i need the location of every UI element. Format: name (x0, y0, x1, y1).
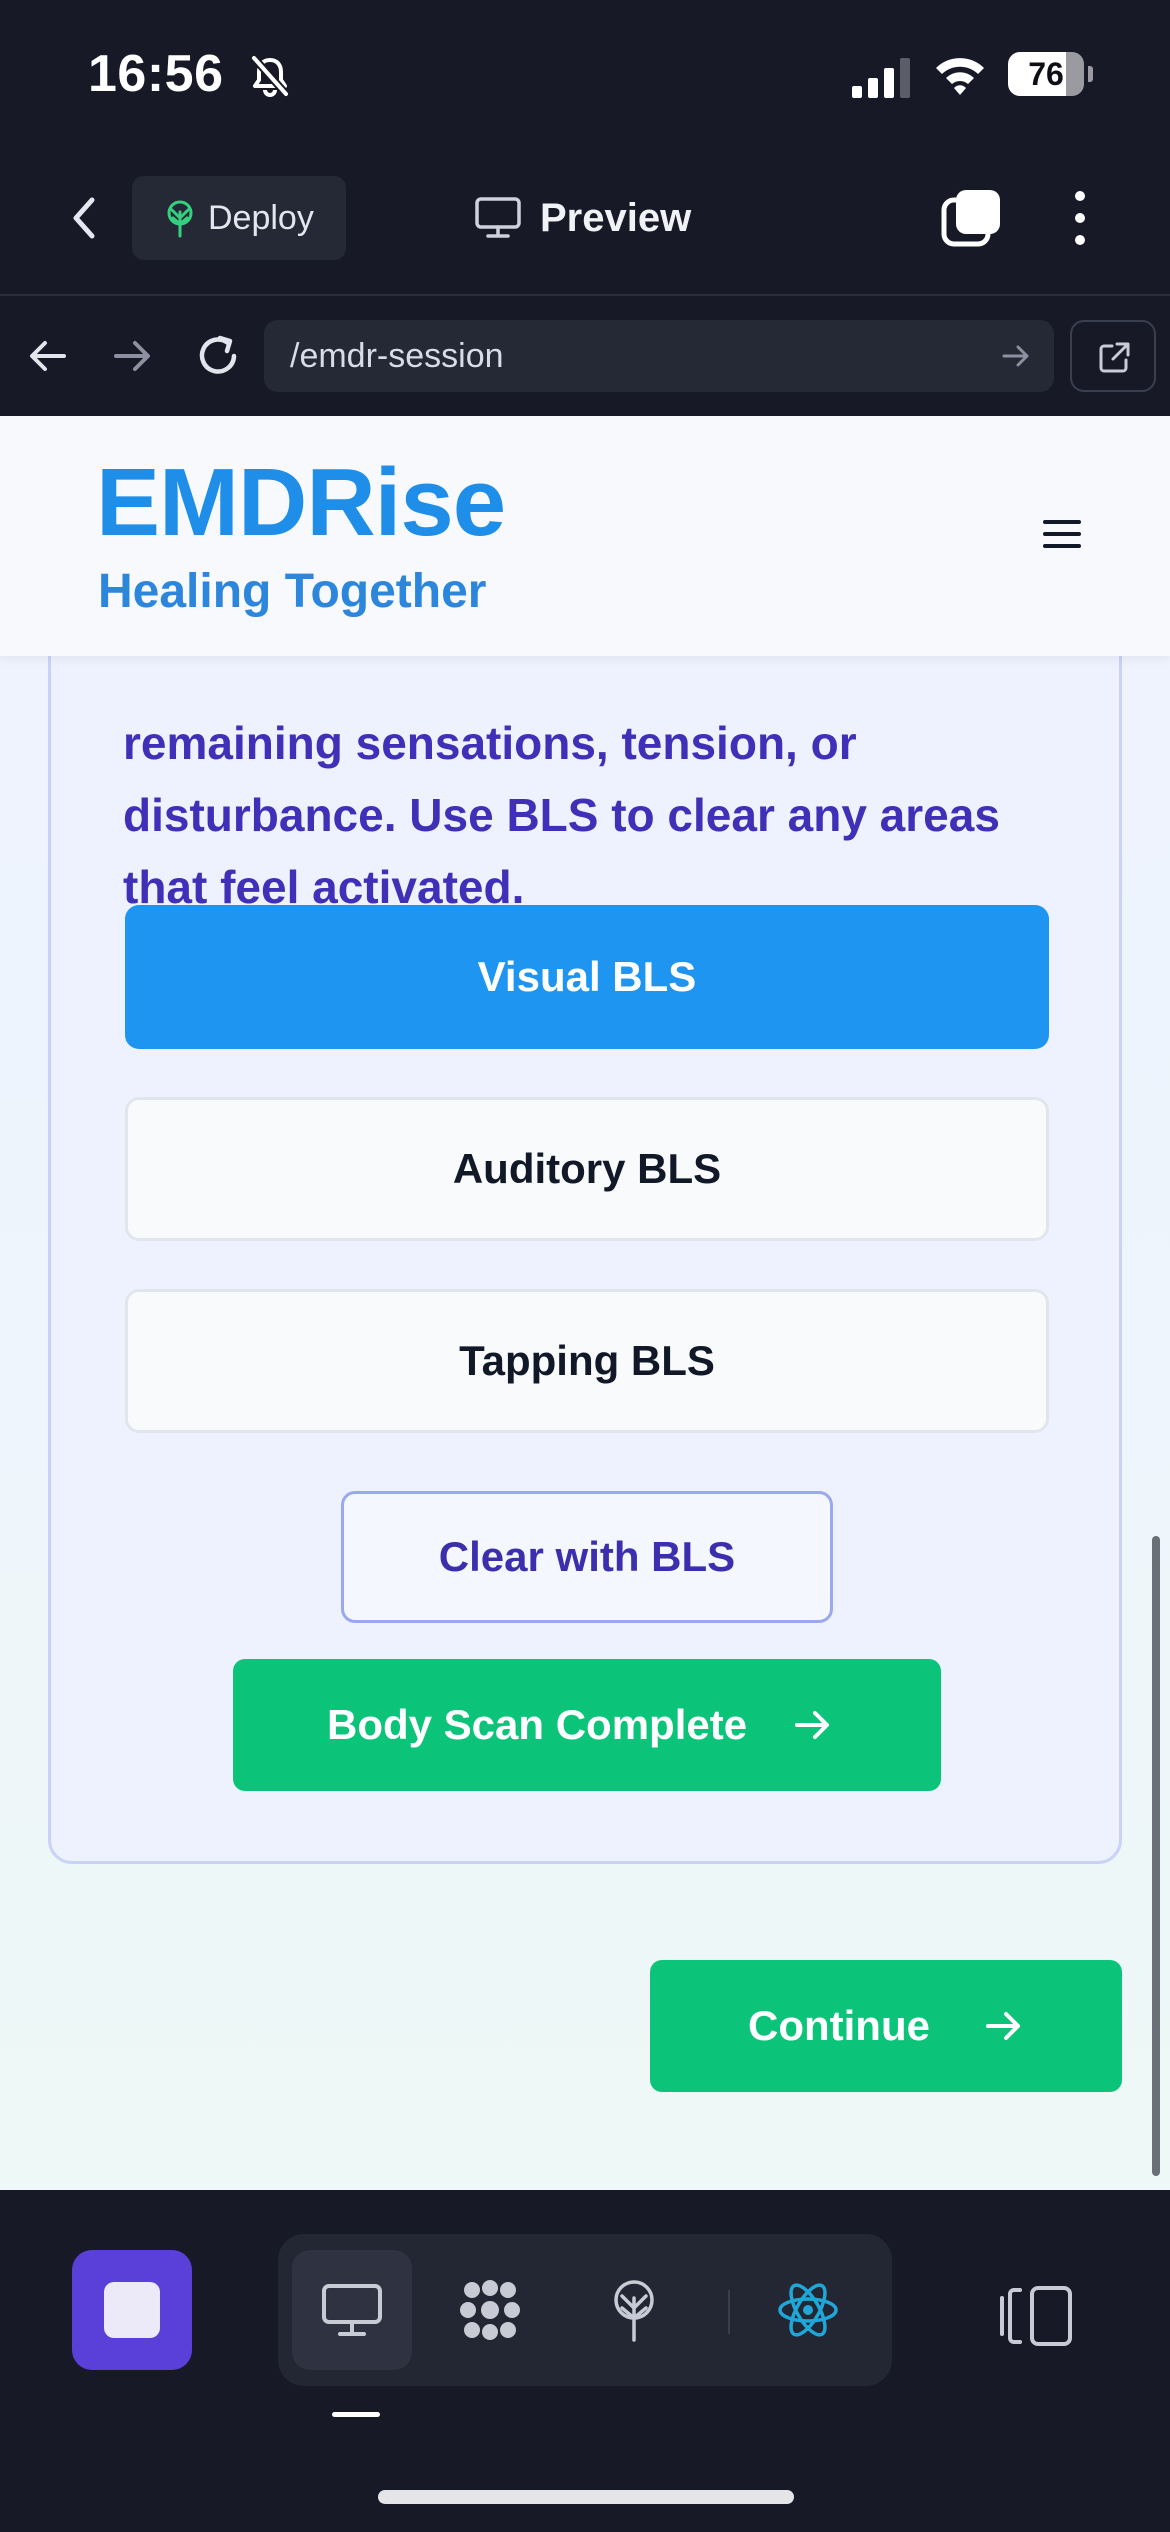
continue-label: Continue (748, 2002, 930, 2049)
browser-nav-bar: /emdr-session (0, 296, 1170, 416)
url-text: /emdr-session (290, 337, 504, 375)
body-scan-card: remaining sensations, tension, or distur… (48, 596, 1122, 1864)
hamburger-icon[interactable] (1042, 516, 1082, 552)
more-vertical-icon[interactable] (1060, 186, 1100, 250)
toolbar-divider (728, 2290, 730, 2334)
visual-bls-button[interactable]: Visual BLS (125, 905, 1049, 1049)
arrow-right-icon (986, 2012, 1020, 2040)
desktop-preview-button[interactable] (292, 2250, 412, 2370)
site-header: EMDRise Healing Together (0, 416, 1170, 656)
react-button[interactable] (748, 2250, 868, 2370)
deploy-button[interactable]: Deploy (132, 176, 346, 260)
go-arrow-icon[interactable] (1000, 340, 1032, 372)
battery-icon: 76 (1008, 52, 1093, 100)
body-scan-instructions: remaining sensations, tension, or distur… (123, 707, 1063, 923)
arrow-left-icon[interactable] (24, 332, 72, 380)
reload-icon[interactable] (190, 328, 246, 384)
active-tab-indicator (332, 2412, 380, 2417)
deploy-icon (167, 200, 193, 238)
bottom-toolbar (0, 2190, 1170, 2532)
components-button[interactable] (430, 2250, 550, 2370)
view-switcher (278, 2234, 892, 2386)
arrow-right-icon[interactable] (108, 332, 156, 380)
react-icon (778, 2283, 838, 2337)
cellular-signal-icon (852, 58, 910, 98)
device-layout-icon[interactable] (998, 2284, 1078, 2348)
home-indicator[interactable] (378, 2490, 794, 2504)
preview-label[interactable]: Preview (540, 188, 691, 248)
bell-slash-icon (251, 55, 289, 97)
webview: EMDRise Healing Together remaining sensa… (0, 416, 1170, 2190)
instructions-line: remaining sensations, tension, or (123, 717, 857, 769)
stop-button[interactable] (72, 2250, 192, 2370)
chevron-left-icon[interactable] (56, 188, 116, 248)
body-scan-complete-button[interactable]: Body Scan Complete (233, 1659, 941, 1791)
open-external-button[interactable] (1070, 320, 1156, 392)
stop-icon (104, 2282, 160, 2338)
body-scan-complete-label: Body Scan Complete (327, 1701, 748, 1748)
continue-button[interactable]: Continue (650, 1960, 1122, 2092)
tapping-bls-button[interactable]: Tapping BLS (125, 1289, 1049, 1433)
deploy-label: Deploy (208, 199, 314, 237)
tabs-icon[interactable] (940, 186, 1004, 250)
auditory-bls-button[interactable]: Auditory BLS (125, 1097, 1049, 1241)
wifi-icon (936, 58, 984, 95)
monitor-icon (475, 197, 521, 238)
arrow-right-icon (795, 1711, 829, 1739)
deploy-tree-button[interactable] (574, 2250, 694, 2370)
desktop-preview-icon (322, 2284, 382, 2336)
battery-percent: 76 (1028, 56, 1064, 92)
clear-with-bls-button[interactable]: Clear with BLS (341, 1491, 833, 1623)
external-link-icon (1099, 342, 1130, 373)
site-tagline: Healing Together (98, 565, 487, 618)
components-icon (460, 2280, 520, 2340)
url-input[interactable]: /emdr-session (264, 320, 1054, 392)
status-time: 16:56 (88, 45, 224, 103)
site-logo[interactable]: EMDRise (96, 448, 506, 558)
status-bar: 16:56 76 (0, 0, 1170, 160)
instructions-line: disturbance. Use BLS to clear any areas (123, 789, 1000, 841)
app-bar: Deploy Preview (0, 160, 1170, 296)
deploy-tree-icon (614, 2280, 654, 2342)
page-scrollbar[interactable] (1152, 1536, 1160, 2176)
